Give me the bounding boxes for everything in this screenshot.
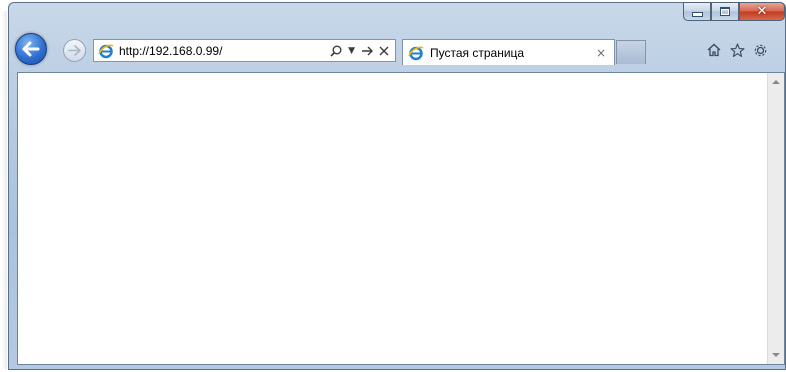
scroll-up-icon[interactable]: [772, 80, 780, 84]
maximize-icon: [720, 7, 730, 16]
scroll-down-icon[interactable]: [772, 353, 780, 357]
new-tab-button[interactable]: [616, 40, 646, 64]
ie-icon: [98, 43, 114, 59]
minimize-icon: [691, 12, 703, 17]
maximize-button[interactable]: [711, 2, 739, 21]
address-url[interactable]: http://192.168.0.99/: [119, 44, 330, 58]
home-icon: [707, 43, 721, 57]
tab-close-icon[interactable]: ×: [596, 46, 606, 60]
tab-title: Пустая страница: [430, 45, 525, 60]
minimize-button[interactable]: [683, 2, 711, 21]
search-icon[interactable]: [330, 45, 342, 57]
address-bar[interactable]: http://192.168.0.99/ ▼: [93, 39, 396, 62]
home-button[interactable]: [705, 41, 723, 59]
vertical-scrollbar[interactable]: [767, 73, 784, 364]
window-caption-buttons: ✕: [683, 2, 785, 21]
close-window-button[interactable]: ✕: [739, 2, 785, 21]
back-arrow-icon: [22, 41, 40, 57]
favorites-button[interactable]: [728, 41, 746, 59]
dropdown-arrow-icon[interactable]: ▼: [348, 46, 355, 56]
tab-blank-page[interactable]: Пустая страница ×: [402, 39, 615, 65]
tools-gear-icon: [754, 44, 766, 56]
forward-arrow-icon: [68, 45, 81, 56]
stop-icon[interactable]: [379, 46, 389, 56]
tools-button[interactable]: [751, 41, 769, 59]
close-icon: ✕: [756, 4, 768, 19]
favorites-star-icon: [729, 42, 745, 57]
address-tools: ▼: [330, 45, 389, 57]
back-button[interactable]: [15, 33, 47, 65]
page-content[interactable]: [17, 72, 785, 365]
forward-button[interactable]: [63, 39, 86, 62]
ie-icon: [408, 45, 424, 61]
go-arrow-icon[interactable]: [361, 46, 373, 56]
